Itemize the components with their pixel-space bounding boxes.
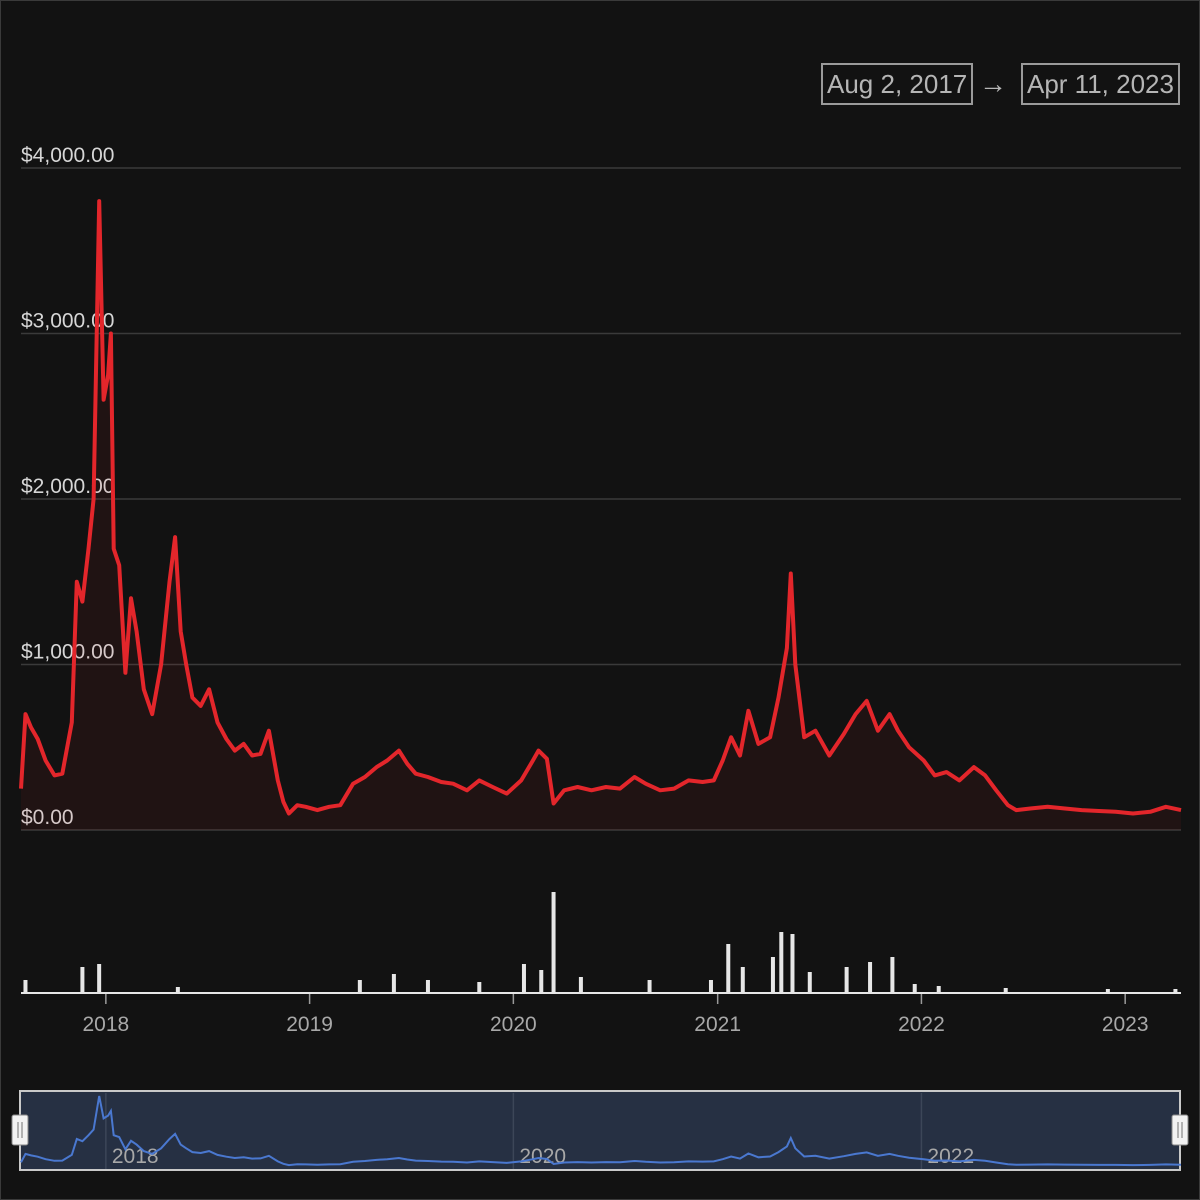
navigator-tick-label: 2018 <box>112 1145 159 1168</box>
volume-bar <box>740 967 745 992</box>
volume-bar <box>790 934 795 992</box>
x-tick-label: 2018 <box>82 1013 129 1036</box>
volume-bar <box>80 967 85 992</box>
volume-bar <box>425 980 430 992</box>
x-tick-label: 2020 <box>490 1013 537 1036</box>
volume-bar <box>726 944 731 992</box>
price-chart: $0.00$1,000.00$2,000.00$3,000.00$4,000.0… <box>11 144 1189 1171</box>
price-area <box>21 201 1181 831</box>
x-tick-label: 2021 <box>694 1013 741 1036</box>
volume-bar <box>539 970 544 992</box>
x-tick-label: 2022 <box>898 1013 945 1036</box>
volume-bar <box>521 964 526 992</box>
volume-bar <box>578 977 583 992</box>
volume-bar <box>1173 989 1178 992</box>
navigator-tick-label: 2020 <box>519 1145 566 1168</box>
volume-bar <box>97 964 102 992</box>
volume-bar <box>175 987 180 992</box>
x-tick-label: 2019 <box>286 1013 333 1036</box>
chart-frame: Aug 2, 2017 → Apr 11, 2023 $0.00$1,000.0… <box>0 0 1200 1200</box>
volume-bar <box>23 980 28 992</box>
volume-bar <box>912 984 917 992</box>
volume-bar <box>844 967 849 992</box>
navigator-right-handle[interactable] <box>1171 1114 1189 1146</box>
volume-bars <box>23 892 1178 992</box>
volume-bar <box>868 962 873 992</box>
volume-bar <box>1003 988 1008 992</box>
volume-bar <box>391 974 396 992</box>
volume-bar <box>708 980 713 992</box>
volume-bar <box>551 892 556 992</box>
x-tick-label: 2023 <box>1102 1013 1149 1036</box>
y-tick-label: $4,000.00 <box>21 144 114 167</box>
volume-bar <box>357 980 362 992</box>
volume-bar <box>807 972 812 992</box>
volume-bar <box>890 957 895 992</box>
navigator-window[interactable] <box>19 1090 1181 1171</box>
volume-bar <box>770 957 775 992</box>
navigator-left-handle[interactable] <box>11 1114 29 1146</box>
volume-bar <box>647 980 652 992</box>
volume-bar <box>1105 989 1110 992</box>
volume-bar <box>477 982 482 992</box>
volume-bar <box>936 986 941 992</box>
volume-bar <box>779 932 784 992</box>
navigator[interactable]: 2018 2020 2022 <box>11 1090 1189 1171</box>
navigator-tick-label: 2022 <box>927 1145 974 1168</box>
x-axis: 2018 2019 2020 2021 2022 2023 <box>82 994 1149 1036</box>
